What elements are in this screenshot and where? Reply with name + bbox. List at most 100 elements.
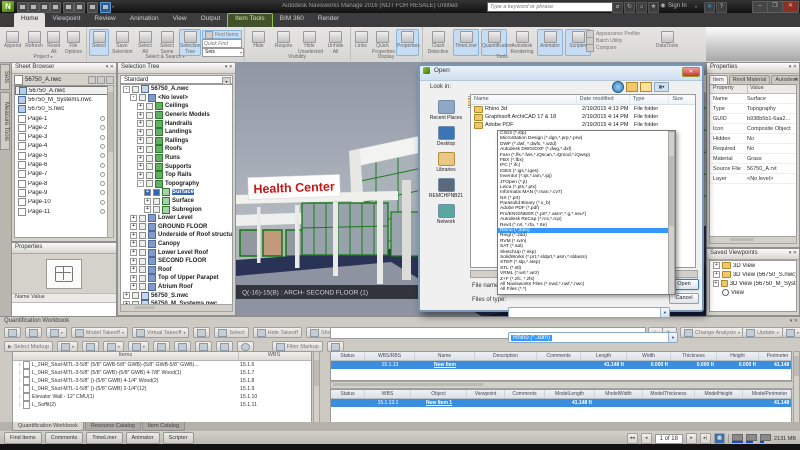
takeoff-column-header[interactable]: Comments <box>537 352 581 360</box>
object-column-header[interactable]: Status <box>331 390 365 398</box>
object-selected-row[interactable]: 15.1.13.1New Item 141.148 ft41.148 ft <box>331 399 791 407</box>
takeoff-item-row[interactable]: ├ Elevator Wall - 12" CMU(1) 15.1.10 <box>13 393 311 401</box>
ribbon-button[interactable]: Select All <box>135 29 155 56</box>
view-menu-button[interactable]: ▦▾ <box>654 82 669 92</box>
measure-tools-panel-tab[interactable]: Measure Tools <box>0 92 10 150</box>
sheet-list-item[interactable]: 56750_M_Systems.nwc <box>15 95 108 104</box>
sets-panel-tab[interactable]: Sets <box>0 64 10 90</box>
ribbon-button[interactable]: Quick Properties <box>371 29 394 56</box>
viewpoint-expand-icon[interactable]: + <box>713 271 720 278</box>
ribbon-button[interactable]: Selection Tree <box>179 29 201 56</box>
value-column-header[interactable]: Value <box>747 85 764 93</box>
datatools-button[interactable]: DataTools <box>654 29 680 56</box>
application-menu-button[interactable]: N <box>2 1 14 12</box>
export-icon-button[interactable]: ▾ <box>782 327 800 338</box>
last-sheet-icon[interactable]: ▸| <box>700 433 711 444</box>
tree-checkbox[interactable] <box>139 283 146 290</box>
change-analysis-button[interactable]: Change Analysis▾ <box>680 327 744 338</box>
tree-checkbox[interactable] <box>146 172 153 179</box>
tree-checkbox[interactable] <box>146 103 153 110</box>
tree-item[interactable]: + Top of Upper Parapet <box>121 274 232 283</box>
takeoff-selected-row[interactable]: 15.1.13New Item41.148 ft0.000 ft0.000 ft… <box>331 361 791 369</box>
property-row[interactable]: Material Grass <box>710 154 796 164</box>
sheet-list-item[interactable]: Page-7 <box>15 170 108 179</box>
sheet-list-item[interactable]: Page-2 <box>15 123 108 132</box>
ribbon-button[interactable]: Unhide All <box>324 29 347 56</box>
prev-sheet-icon[interactable]: ◂ <box>641 433 652 444</box>
ribbon-button[interactable]: Save Selection <box>111 29 133 56</box>
panel-close-icon[interactable]: ✕ <box>229 64 233 70</box>
sheet-browser-scrollbar[interactable] <box>107 85 114 238</box>
tree-checkbox[interactable] <box>139 258 146 265</box>
tree-checkbox[interactable] <box>132 86 139 93</box>
tree-item[interactable]: - Topography <box>121 180 232 189</box>
quick-find-input[interactable] <box>202 39 242 48</box>
tree-expand-icon[interactable]: + <box>137 103 144 110</box>
new-folder-button[interactable] <box>640 82 652 92</box>
tree-expand-icon[interactable]: + <box>144 189 151 196</box>
select-button[interactable]: Select <box>214 327 248 338</box>
sheet-list-item[interactable]: 56750_S.nwc <box>15 105 108 114</box>
tree-item[interactable]: - <No level> <box>121 94 232 103</box>
property-row[interactable]: Layer <No level> <box>710 174 796 184</box>
sheet-list-item[interactable]: 56750_A.nwc <box>15 86 108 95</box>
tree-checkbox[interactable] <box>146 112 153 119</box>
takeoff-column-header[interactable]: Name <box>415 352 475 360</box>
a360-icon[interactable]: ✕ <box>704 2 715 13</box>
tree-expand-icon[interactable]: + <box>130 223 137 230</box>
takeoff-column-header[interactable]: Width <box>627 352 671 360</box>
tree-expand-icon[interactable]: + <box>137 120 144 127</box>
ribbon-button[interactable]: Clash Detective <box>425 29 451 56</box>
dialog-close-button[interactable]: ✕ <box>682 67 700 77</box>
refresh-icon[interactable] <box>87 2 98 13</box>
place-item[interactable]: Desktop <box>424 125 468 147</box>
tree-expand-icon[interactable]: + <box>137 137 144 144</box>
new-workbook-icon-button[interactable] <box>4 327 21 338</box>
ribbon-tab[interactable]: View <box>166 13 194 27</box>
object-column-header[interactable]: ModelPerimeter <box>743 390 792 398</box>
tree-checkbox[interactable] <box>146 163 153 170</box>
ribbon-button[interactable]: Hide Unselected <box>297 29 322 56</box>
tree-item[interactable]: + Ceilings <box>121 102 232 111</box>
tree-item[interactable]: - 56750_A.nwc <box>121 85 232 94</box>
open-file-icon[interactable] <box>28 2 39 13</box>
window-tab[interactable]: Comments <box>45 432 84 444</box>
viewpoint-item[interactable]: + 3D View <box>710 261 796 270</box>
ribbon-tab[interactable]: Render <box>311 13 346 27</box>
tree-checkbox[interactable] <box>139 232 146 239</box>
object-column-header[interactable]: ModelHeight <box>695 390 743 398</box>
tree-item[interactable]: + Lower Level Roof <box>121 248 232 257</box>
tree-expand-icon[interactable]: + <box>137 163 144 170</box>
find-items-button[interactable]: Find Items <box>202 30 242 39</box>
ribbon-tab[interactable]: Review <box>87 13 122 27</box>
property-column-header[interactable]: Property <box>710 85 747 93</box>
tree-item[interactable]: + Generic Models <box>121 111 232 120</box>
tree-item[interactable]: + GROUND FLOOR <box>121 223 232 232</box>
ribbon-tab[interactable]: Home <box>14 13 45 27</box>
column-size[interactable]: Size <box>669 95 695 104</box>
sheet-list-item[interactable]: Page-3 <box>15 132 108 141</box>
takeoff-column-header[interactable]: Height <box>717 352 759 360</box>
takeoff-column-header[interactable]: Perimeter <box>759 352 792 360</box>
panel-options-icon[interactable]: ▾ <box>789 64 792 70</box>
search-go-icon[interactable]: ⌀ <box>612 2 623 13</box>
place-item[interactable]: Libraries <box>424 151 468 173</box>
redo-icon[interactable] <box>74 2 85 13</box>
virtual-takeoff-button[interactable]: Virtual Takeoff▾ <box>132 327 190 338</box>
takeoff-item-row[interactable]: ├ L_0HR_Stud-MTL-3-5/8" (5/8" GWB)-(5/8"… <box>13 369 311 377</box>
tree-expand-icon[interactable]: + <box>130 249 137 256</box>
ribbon-button[interactable]: Select <box>89 29 109 56</box>
close-button[interactable]: ✕ <box>782 1 799 13</box>
ribbon-button[interactable]: Reset All <box>46 29 62 56</box>
place-item[interactable]: Recent Places <box>424 99 468 121</box>
viewpoint-item[interactable]: + 3D View (56750_M_Systems.nwc) <box>710 279 796 288</box>
ribbon-button[interactable]: Select Same <box>157 29 177 56</box>
panel-options-icon[interactable]: ▾ <box>790 318 793 324</box>
sign-in-button[interactable]: Sign In <box>668 3 687 9</box>
column-name[interactable]: Name <box>471 95 577 104</box>
object-column-header[interactable]: ModelWidth <box>595 390 643 398</box>
ribbon-button[interactable]: Links <box>353 29 369 56</box>
sheet-grid-icon[interactable]: ▦ <box>714 433 725 444</box>
tab-scroll-icons[interactable]: ◂▸ <box>794 76 798 81</box>
object-column-header[interactable]: Object <box>411 390 467 398</box>
